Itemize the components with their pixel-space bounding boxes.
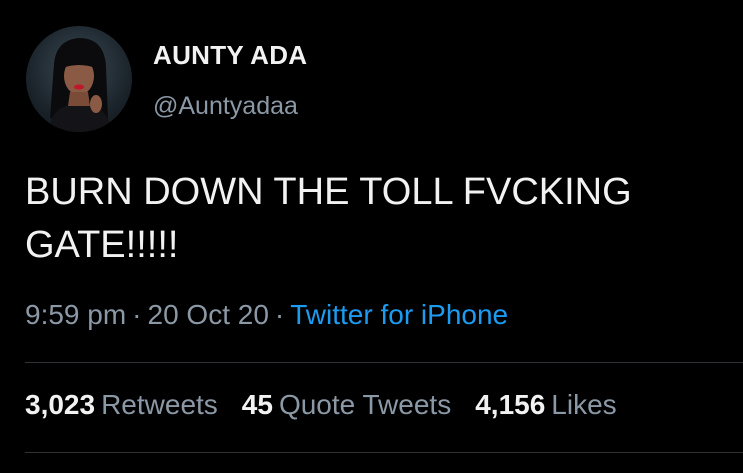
likes-label: Likes [551, 389, 617, 420]
divider [25, 452, 743, 453]
tweet-text-line: BURN DOWN THE TOLL FVCKING [25, 171, 632, 213]
likes-count: 4,156 [475, 389, 546, 420]
retweets-label: Retweets [101, 389, 218, 420]
likes-stat[interactable]: 4,156 Likes [475, 389, 616, 420]
tweet-card: AUNTY ADA @Auntyadaa BURN DOWN THE TOLL … [0, 0, 743, 473]
divider [25, 362, 743, 363]
avatar-image [48, 38, 112, 132]
tweet-time[interactable]: 9:59 pm [25, 299, 126, 330]
quote-tweets-label: Quote Tweets [278, 389, 452, 420]
tweet-stats: 3,023 Retweets 45 Quote Tweets 4,156 Likes [25, 389, 641, 421]
retweets-stat[interactable]: 3,023 Retweets [25, 389, 218, 420]
meta-separator: · [132, 299, 142, 330]
user-handle[interactable]: @Auntyadaa [153, 92, 298, 121]
quote-tweets-count: 45 [241, 389, 273, 420]
avatar[interactable] [26, 26, 132, 132]
display-name[interactable]: AUNTY ADA [153, 40, 307, 71]
tweet-source-link[interactable]: Twitter for iPhone [290, 299, 508, 330]
retweets-count: 3,023 [25, 389, 96, 420]
tweet-meta: 9:59 pm · 20 Oct 20 · Twitter for iPhone [25, 299, 508, 331]
meta-separator: · [274, 299, 285, 330]
quote-tweets-stat[interactable]: 45 Quote Tweets [242, 389, 451, 420]
tweet-text-line: GATE!!!!! [25, 224, 179, 266]
tweet-date[interactable]: 20 Oct 20 [148, 299, 269, 330]
tweet-text: BURN DOWN THE TOLL FVCKING GATE!!!!! [25, 166, 743, 272]
